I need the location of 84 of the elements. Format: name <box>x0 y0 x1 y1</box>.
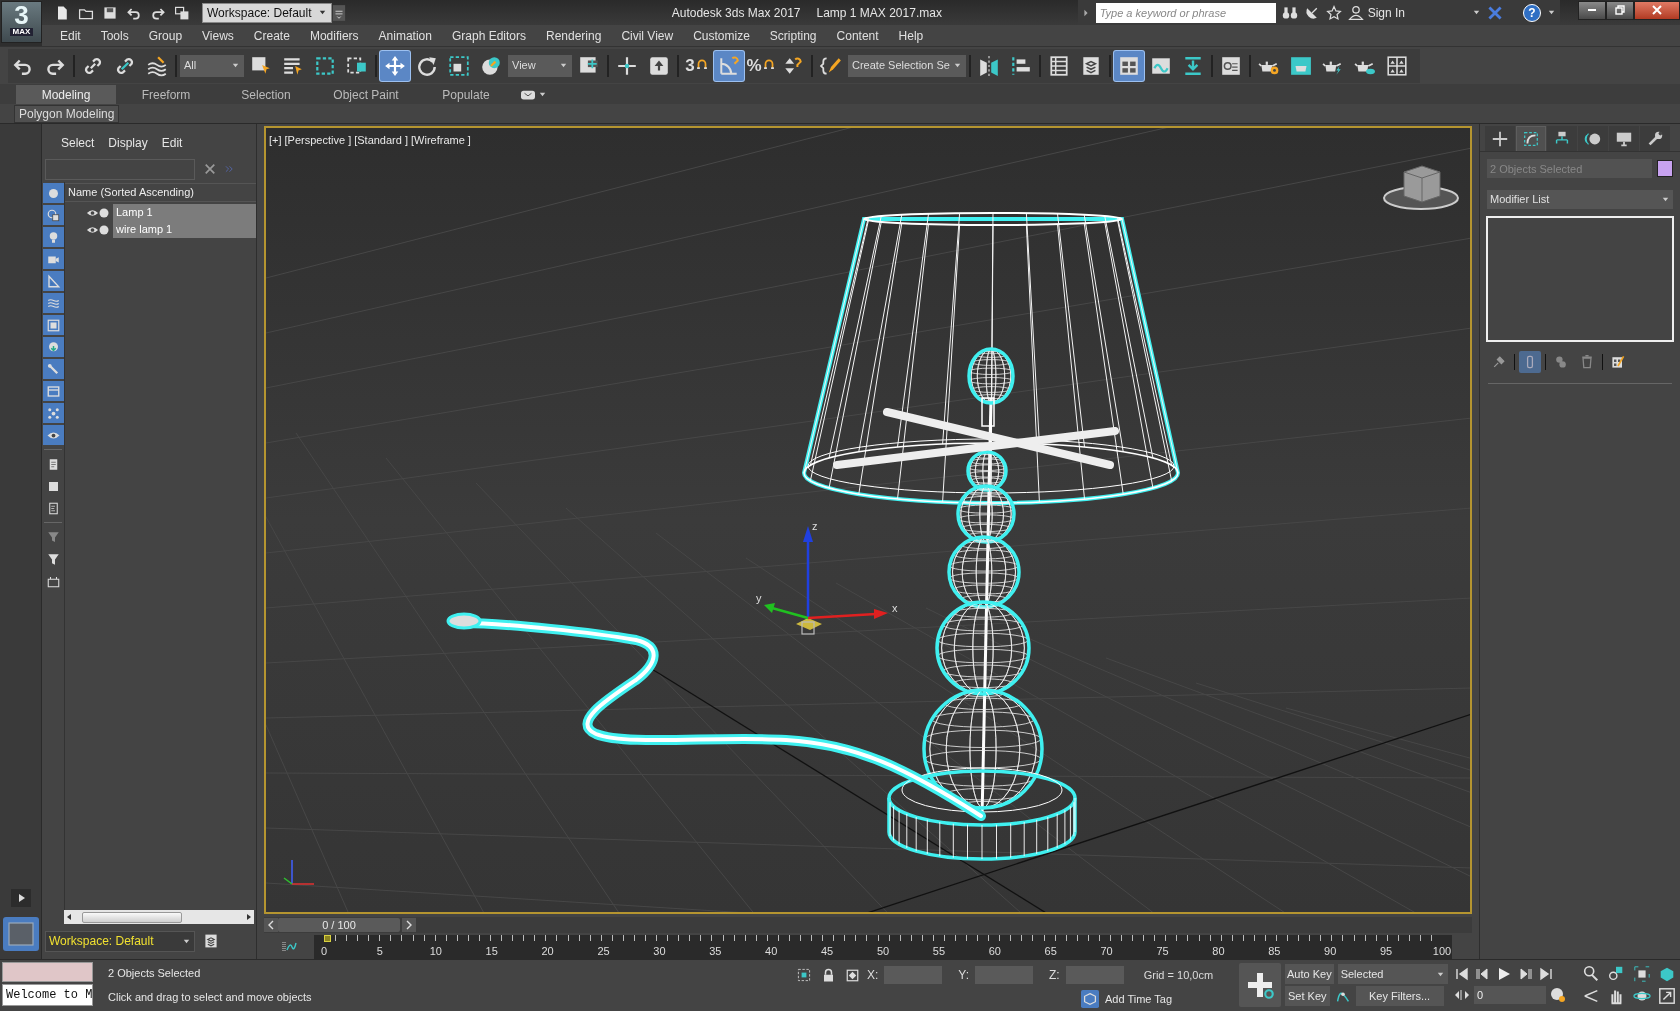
frame-tick-label: 35 <box>709 944 722 959</box>
frame-tick-label: 15 <box>485 944 498 959</box>
toolbar-dropdown[interactable]: View <box>508 54 572 77</box>
column-header[interactable]: Name (Sorted Ascending) <box>65 183 256 202</box>
menu-item[interactable]: Content <box>826 26 889 45</box>
prompt-text: Click and drag to select and move objects <box>108 990 313 1005</box>
app-title: Autodesk 3ds Max 2017 <box>671 4 801 22</box>
explorer-menu-item[interactable]: Select <box>54 134 102 152</box>
menu-item[interactable]: Civil View <box>611 26 684 45</box>
frame-tick-label: 20 <box>541 944 554 959</box>
object-row[interactable]: wire lamp 1 <box>113 221 256 238</box>
viewport-label[interactable]: [Wireframe ] <box>411 132 471 149</box>
coordinate-label: X: <box>867 967 879 984</box>
axis-label: x <box>892 602 898 614</box>
workspace-dropdown[interactable]: Workspace: Default <box>45 930 195 952</box>
ribbon-panel-label: Polygon Modeling <box>14 104 120 123</box>
ribbon-tab[interactable]: Selection <box>216 85 316 104</box>
toolbar-dropdown[interactable]: Create Selection Se <box>848 54 966 77</box>
ribbon-tab[interactable]: Populate <box>416 85 516 104</box>
toolbar-button[interactable]: 3 <box>682 50 712 81</box>
ribbon-tab[interactable]: Object Paint <box>316 85 416 104</box>
toolbar-button[interactable]: % <box>746 50 776 81</box>
current-frame-field[interactable]: 0 <box>1474 986 1546 1004</box>
frame-tick-label: 10 <box>429 944 442 959</box>
menu-item[interactable]: Customize <box>683 26 760 45</box>
listener-output[interactable]: Welcome to M <box>2 984 93 1006</box>
axis-label: z <box>812 520 818 532</box>
time-slider-thumb[interactable]: 0 / 100 <box>278 918 400 933</box>
viewport-label[interactable]: [Perspective ] <box>284 132 352 149</box>
auto-key-button[interactable]: Auto Key <box>1285 964 1334 984</box>
add-time-tag-button[interactable]: Add Time Tag <box>1081 990 1173 1008</box>
frame-tick-label: 60 <box>988 944 1001 959</box>
menu-item[interactable]: Help <box>888 26 934 45</box>
frame-tick-label: 40 <box>765 944 778 959</box>
frame-tick-label: 65 <box>1044 944 1057 959</box>
frame-tick-label: 5 <box>376 944 383 959</box>
frame-tick-label: 90 <box>1324 944 1337 959</box>
menu-item[interactable]: Edit <box>50 26 91 45</box>
workspace-dropdown[interactable]: Workspace: Default <box>202 2 332 23</box>
menu-item[interactable]: Tools <box>90 26 139 45</box>
toolbar-dropdown[interactable]: All <box>180 54 244 77</box>
frame-tick-label: 70 <box>1100 944 1113 959</box>
key-mode-dropdown[interactable]: Selected <box>1337 964 1448 984</box>
grid-size: Grid = 10,0cm <box>1143 967 1214 983</box>
viewport-label[interactable]: [+] <box>269 132 282 149</box>
menu-item[interactable]: Create <box>243 26 300 45</box>
frame-tick-label: 50 <box>876 944 890 959</box>
frame-tick-label: 75 <box>1156 944 1169 959</box>
menu-item[interactable]: Rendering <box>536 26 612 45</box>
menu-item[interactable]: Views <box>192 26 244 45</box>
explorer-menu-item[interactable]: Edit <box>154 134 190 152</box>
menu-item[interactable]: Graph Editors <box>441 26 536 45</box>
frame-tick-label: 85 <box>1268 944 1281 959</box>
frame-tick-label: 30 <box>653 944 666 959</box>
perspective-viewport[interactable]: [+] [Perspective ] [Standard ] [Wireframe ] x y z <box>264 126 1472 915</box>
menu-item[interactable]: Group <box>138 26 193 45</box>
app-logo[interactable]: 3 MAX <box>1 1 42 43</box>
frame-tick-label: 95 <box>1379 944 1393 959</box>
modifier-list-dropdown[interactable]: Modifier List <box>1487 190 1673 209</box>
selection-status: 2 Objects Selected <box>108 965 202 981</box>
frame-tick-label: 55 <box>932 944 945 959</box>
menu-item[interactable]: Scripting <box>759 26 827 45</box>
frame-tick-label: 0 <box>320 944 328 959</box>
frame-tick-label: 80 <box>1212 944 1225 959</box>
search-field[interactable]: Type a keyword or phrase <box>1095 2 1276 23</box>
axis-label: y <box>756 592 762 604</box>
ribbon-tab[interactable]: Modeling <box>16 85 116 104</box>
frame-tick-label: 45 <box>820 944 834 959</box>
timeline-ruler[interactable]: 0 5 10 15 20 25 30 35 40 45 50 55 60 65 70 75 80 85 90 95 100 <box>314 935 1452 959</box>
menu-item[interactable]: Modifiers <box>299 26 369 45</box>
menu-item[interactable]: Animation <box>368 26 442 45</box>
frame-tick-label: 100 <box>1432 944 1452 959</box>
sign-in-button[interactable]: Sign In <box>1347 3 1405 22</box>
explorer-menu-item[interactable]: Display <box>101 134 155 152</box>
help-button[interactable]: ? <box>1523 3 1541 22</box>
viewport-label[interactable]: [Standard ] <box>354 132 408 149</box>
key-filters-button[interactable]: Key Filters... <box>1355 986 1444 1006</box>
frame-tick-label: 25 <box>597 944 610 959</box>
coordinate-label: Y: <box>958 967 970 984</box>
ribbon-tab[interactable]: Freeform <box>116 85 216 104</box>
file-name: Lamp 1 MAX 2017.max <box>816 4 942 22</box>
coordinate-label: Z: <box>1049 967 1060 984</box>
set-key-button[interactable]: Set Key <box>1285 986 1330 1006</box>
object-row[interactable]: Lamp 1 <box>113 204 256 221</box>
